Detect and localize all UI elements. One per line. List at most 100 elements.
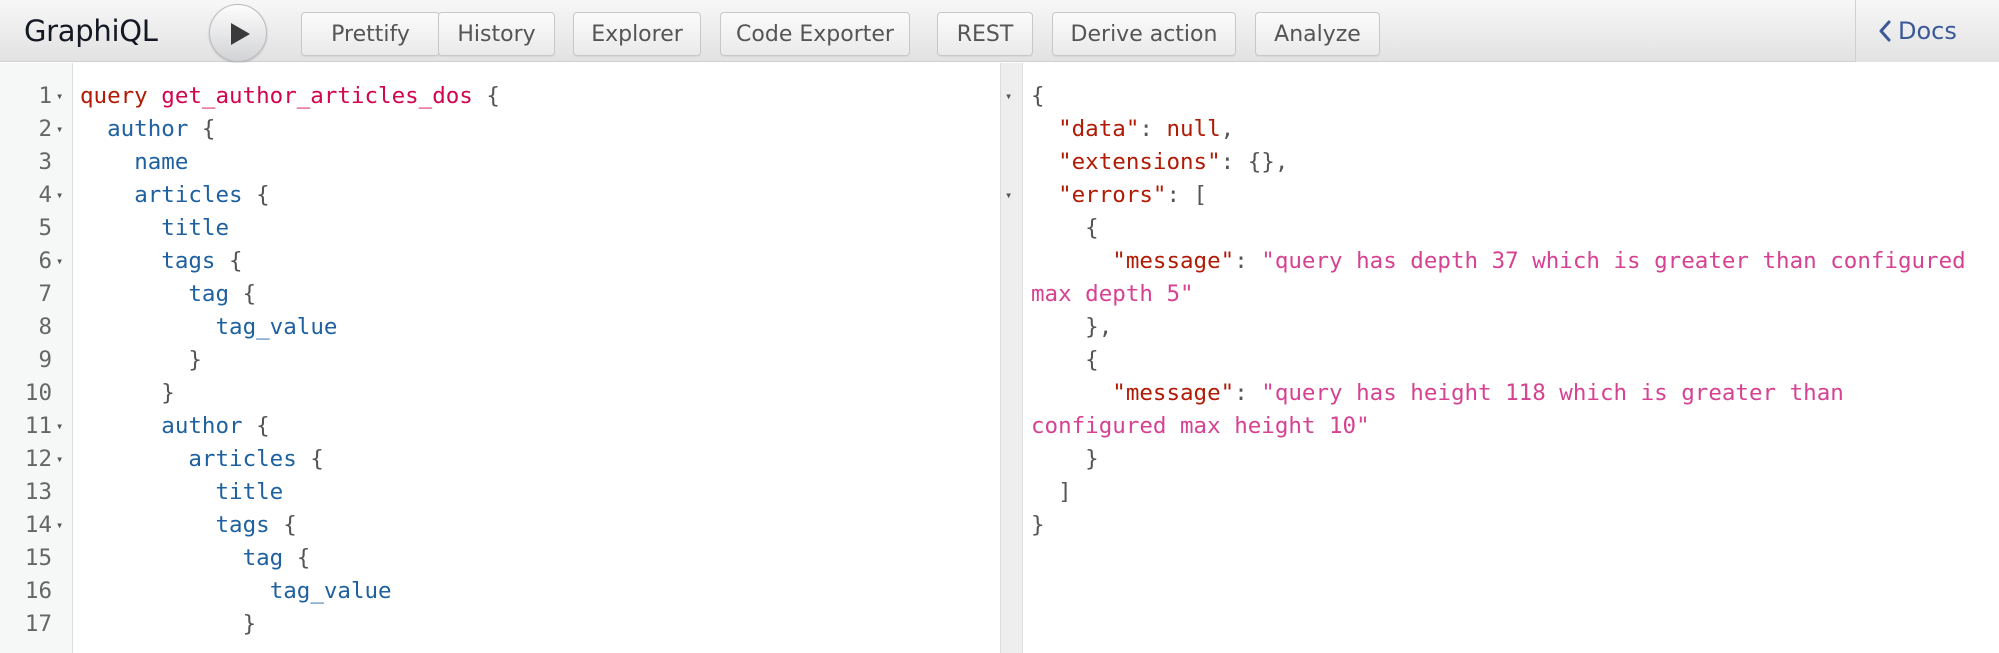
query-editor[interactable]: 1 ▾ query get_author_articles_dos {2 ▾ autho… xyxy=(0,63,1000,653)
result-line: { xyxy=(1031,212,1099,245)
line-number: 10 xyxy=(24,379,52,406)
play-icon xyxy=(231,23,250,45)
result-token xyxy=(1031,149,1058,175)
result-token: configured max height 10" xyxy=(1031,412,1370,439)
result-token xyxy=(1031,182,1058,208)
line-number: 14 xyxy=(24,511,52,538)
result-line: "errors": [ xyxy=(1031,179,1207,212)
code-token: tag xyxy=(188,280,230,307)
result-token: "query has depth 37 which is greater tha… xyxy=(1261,247,1966,274)
code-line: tag { xyxy=(243,542,311,575)
line-number: 8 xyxy=(38,313,52,340)
code-token: tag_value xyxy=(269,577,392,604)
line-number: 1 xyxy=(38,82,52,109)
fold-toggle-icon[interactable]: ▾ xyxy=(56,113,70,146)
line-number: 6 xyxy=(38,247,52,274)
fold-toggle-icon[interactable]: ▾ xyxy=(56,410,70,443)
code-line: tag_value xyxy=(270,575,392,608)
result-token: : xyxy=(1139,115,1167,142)
chevron-left-icon xyxy=(1879,20,1891,42)
code-token: { xyxy=(229,280,257,307)
fold-toggle-icon[interactable]: ▾ xyxy=(56,509,70,542)
code-line: name xyxy=(134,146,188,179)
line-number: 12 xyxy=(24,445,52,472)
code-token: tag xyxy=(242,544,284,571)
line-number: 11 xyxy=(24,412,52,439)
code-line: author { xyxy=(161,410,269,443)
result-line: ] xyxy=(1031,476,1072,509)
line-number: 7 xyxy=(38,280,52,307)
result-token: }, xyxy=(1031,313,1113,340)
line-number: 9 xyxy=(38,346,52,373)
code-token: } xyxy=(188,346,202,373)
rest-button[interactable]: REST xyxy=(937,12,1033,56)
code-token: { xyxy=(472,82,500,109)
result-token: { xyxy=(1031,82,1045,109)
docs-link[interactable]: Docs xyxy=(1878,16,1957,46)
code-token: { xyxy=(215,247,243,274)
result-line: }, xyxy=(1031,311,1112,344)
code-line: } xyxy=(188,344,202,377)
code-line: title xyxy=(161,212,229,245)
result-token: : [ xyxy=(1166,181,1208,208)
execute-query-button[interactable] xyxy=(209,4,267,62)
result-token xyxy=(1031,380,1112,406)
code-line: articles { xyxy=(188,443,323,476)
result-line: } xyxy=(1031,443,1099,476)
code-token: tag_value xyxy=(215,313,338,340)
history-button[interactable]: History xyxy=(438,12,555,56)
fold-toggle-icon[interactable]: ▾ xyxy=(56,443,70,476)
code-line: tags { xyxy=(161,245,242,278)
result-viewer[interactable]: ▾ { "data": null, "extensions": {}, ▾ "err… xyxy=(1000,63,1999,653)
analyze-button[interactable]: Analyze xyxy=(1255,12,1380,56)
result-token: : xyxy=(1234,379,1262,406)
result-fold-gutter xyxy=(1001,63,1023,653)
fold-toggle-icon[interactable]: ▾ xyxy=(56,245,70,278)
code-line: title xyxy=(216,476,284,509)
result-token: "extensions" xyxy=(1058,148,1221,175)
fold-toggle-icon[interactable]: ▾ xyxy=(56,80,70,113)
code-token: author xyxy=(107,115,189,142)
result-token: ] xyxy=(1031,478,1072,505)
result-token: { xyxy=(1031,346,1099,373)
result-line: "message": "query has height 118 which i… xyxy=(1031,377,1844,410)
code-line: author { xyxy=(107,113,215,146)
result-token: : {}, xyxy=(1220,148,1289,175)
code-token: } xyxy=(242,610,257,637)
toolbar: GraphiQL Prettify History Explorer Code … xyxy=(0,0,1999,62)
docs-label: Docs xyxy=(1898,17,1957,45)
code-token: { xyxy=(283,544,311,571)
code-token: title xyxy=(161,214,230,241)
line-number: 17 xyxy=(24,610,52,637)
result-token: } xyxy=(1031,511,1045,538)
fold-toggle-icon[interactable]: ▾ xyxy=(1005,80,1019,113)
result-token: "data" xyxy=(1058,115,1140,142)
result-token xyxy=(1031,248,1112,274)
prettify-button[interactable]: Prettify xyxy=(301,12,440,56)
code-line: articles { xyxy=(134,179,269,212)
code-token: articles xyxy=(134,181,243,208)
result-token: "errors" xyxy=(1058,181,1167,208)
code-exporter-button[interactable]: Code Exporter xyxy=(720,12,910,56)
explorer-button[interactable]: Explorer xyxy=(573,12,701,56)
code-line: tags { xyxy=(216,509,297,542)
fold-toggle-icon[interactable]: ▾ xyxy=(56,179,70,212)
app-title: GraphiQL xyxy=(24,14,158,48)
code-token: tags xyxy=(161,247,216,274)
result-line: { xyxy=(1031,80,1045,113)
code-token: name xyxy=(134,148,189,175)
result-line: configured max height 10" xyxy=(1031,410,1370,443)
code-token: get_author_articles_dos xyxy=(161,82,473,109)
result-token: "query has height 118 which is greater t… xyxy=(1261,379,1844,406)
code-token: { xyxy=(242,181,270,208)
result-token xyxy=(1031,116,1058,142)
code-line: } xyxy=(243,608,257,641)
line-number: 3 xyxy=(38,148,52,175)
code-token: { xyxy=(188,115,216,142)
result-line: "extensions": {}, xyxy=(1031,146,1288,179)
derive-action-button[interactable]: Derive action xyxy=(1052,12,1236,56)
result-token: { xyxy=(1031,214,1099,241)
fold-toggle-icon[interactable]: ▾ xyxy=(1005,179,1019,212)
line-number: 2 xyxy=(38,115,52,142)
